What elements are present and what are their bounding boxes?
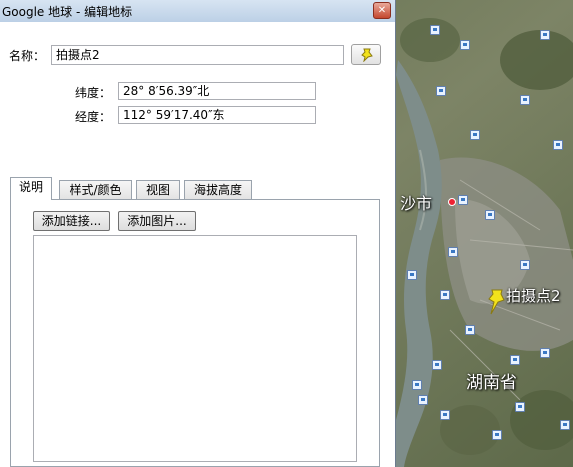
add-link-button[interactable]: 添加链接... (33, 211, 110, 231)
province-label: 湖南省 (466, 373, 517, 393)
poi-marker[interactable] (520, 95, 530, 105)
poi-marker[interactable] (448, 247, 458, 257)
poi-marker[interactable] (485, 210, 495, 220)
yellow-pushpin-icon (361, 48, 373, 62)
latitude-input[interactable]: 28° 8′56.39″北 (118, 82, 316, 100)
placemark-map-label: 拍摄点2 (506, 287, 561, 305)
poi-marker[interactable] (540, 30, 550, 40)
placemark-icon-button[interactable] (351, 44, 381, 65)
poi-marker[interactable] (465, 325, 475, 335)
edit-placemark-dialog: Google 地球 - 编辑地标 ✕ 名称： 拍摄点2 纬度： 28° 8′56… (0, 0, 396, 467)
tab-style-color[interactable]: 样式/颜色 (59, 180, 132, 199)
poi-marker[interactable] (553, 140, 563, 150)
window-title: Google 地球 - 编辑地标 (2, 5, 133, 19)
name-label: 名称： (9, 49, 46, 63)
poi-marker[interactable] (412, 380, 422, 390)
poi-marker[interactable] (540, 348, 550, 358)
poi-marker[interactable] (515, 402, 525, 412)
poi-marker[interactable] (440, 290, 450, 300)
close-icon: ✕ (377, 5, 387, 16)
tab-altitude[interactable]: 海拔高度 (184, 180, 252, 199)
poi-marker[interactable] (460, 40, 470, 50)
poi-marker[interactable] (458, 195, 468, 205)
description-textarea[interactable] (33, 235, 357, 462)
city-label: 沙市 (400, 194, 433, 213)
poi-marker[interactable] (510, 355, 520, 365)
tab-description[interactable]: 说明 (10, 177, 52, 200)
city-dot-icon (448, 198, 456, 206)
poi-marker[interactable] (430, 25, 440, 35)
tab-view[interactable]: 视图 (136, 180, 180, 199)
title-bar[interactable]: Google 地球 - 编辑地标 ✕ (0, 0, 395, 23)
poi-marker[interactable] (520, 260, 530, 270)
longitude-input[interactable]: 112° 59′17.40″东 (118, 106, 316, 124)
latitude-label: 纬度： (75, 86, 112, 100)
longitude-label: 经度： (75, 110, 112, 124)
name-input[interactable]: 拍摄点2 (51, 45, 344, 65)
poi-marker[interactable] (436, 86, 446, 96)
close-button[interactable]: ✕ (373, 2, 391, 19)
poi-marker[interactable] (407, 270, 417, 280)
poi-marker[interactable] (418, 395, 428, 405)
poi-marker[interactable] (492, 430, 502, 440)
dialog-body: 名称： 拍摄点2 纬度： 28° 8′56.39″北 经度： 112° 59′1… (0, 22, 395, 467)
add-image-button[interactable]: 添加图片... (118, 211, 196, 231)
poi-marker[interactable] (440, 410, 450, 420)
yellow-pushpin-icon[interactable] (486, 288, 508, 318)
poi-marker[interactable] (560, 420, 570, 430)
poi-marker[interactable] (470, 130, 480, 140)
poi-marker[interactable] (432, 360, 442, 370)
